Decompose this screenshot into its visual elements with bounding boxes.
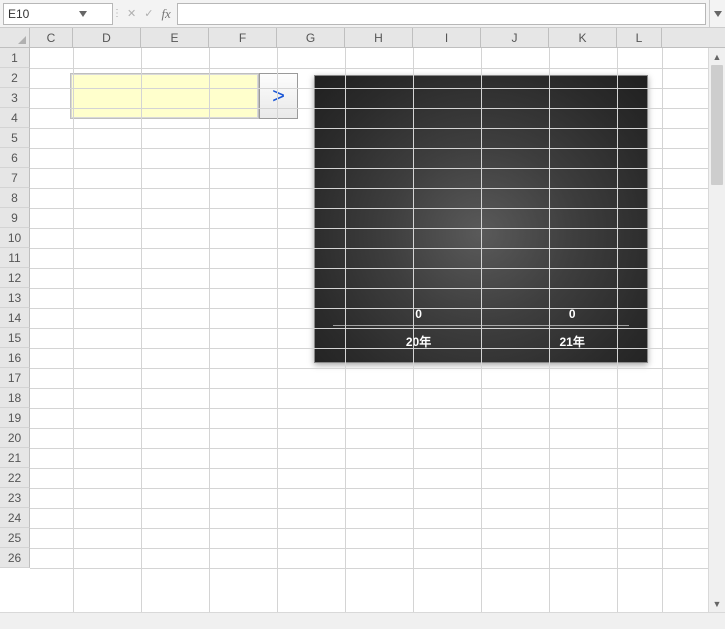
row-header[interactable]: 24 — [0, 508, 30, 528]
cells-area[interactable]: > 0 0 20年 21年 — [30, 48, 708, 612]
enter-icon[interactable]: ✓ — [144, 7, 153, 20]
gridline-horizontal — [30, 268, 708, 269]
scroll-thumb[interactable] — [711, 65, 723, 185]
row-header[interactable]: 16 — [0, 348, 30, 368]
chart-value-label: 0 — [415, 307, 422, 321]
gridline-horizontal — [30, 568, 708, 569]
row-header[interactable]: 11 — [0, 248, 30, 268]
gridline-horizontal — [30, 328, 708, 329]
chart-value-label: 0 — [569, 307, 576, 321]
input-merged-cell[interactable] — [70, 73, 259, 119]
row-header[interactable]: 17 — [0, 368, 30, 388]
horizontal-scrollbar[interactable] — [0, 612, 725, 629]
row-header[interactable]: 19 — [0, 408, 30, 428]
formula-bar-buttons: ✕ ✓ fx — [121, 0, 177, 27]
row-header[interactable]: 13 — [0, 288, 30, 308]
fx-icon[interactable]: fx — [161, 6, 170, 22]
gridline-horizontal — [30, 368, 708, 369]
gridline-horizontal — [30, 528, 708, 529]
name-box[interactable]: E10 — [3, 3, 113, 25]
row-header-column: 1234567891011121314151617181920212223242… — [0, 48, 30, 568]
gridline-horizontal — [30, 128, 708, 129]
scroll-up-icon[interactable]: ▲ — [709, 48, 725, 65]
separator: ⋮ — [113, 0, 121, 27]
gridline-horizontal — [30, 508, 708, 509]
row-header[interactable]: 23 — [0, 488, 30, 508]
gridline-horizontal — [30, 488, 708, 489]
row-header[interactable]: 8 — [0, 188, 30, 208]
gridline-horizontal — [30, 348, 708, 349]
gridline-horizontal — [30, 148, 708, 149]
column-header[interactable]: I — [413, 28, 481, 47]
gridline-horizontal — [30, 208, 708, 209]
grid-area[interactable]: 1234567891011121314151617181920212223242… — [0, 48, 708, 612]
row-header[interactable]: 26 — [0, 548, 30, 568]
column-header[interactable]: C — [30, 28, 73, 47]
gridline-horizontal — [30, 88, 708, 89]
gridline-horizontal — [30, 448, 708, 449]
row-header[interactable]: 7 — [0, 168, 30, 188]
next-button[interactable]: > — [259, 73, 298, 119]
column-header[interactable]: L — [617, 28, 662, 47]
row-header[interactable]: 20 — [0, 428, 30, 448]
formula-bar-expand-icon[interactable] — [709, 0, 725, 27]
gridline-horizontal — [30, 308, 708, 309]
column-header-row: CDEFGHIJKL — [0, 28, 725, 48]
select-all-triangle[interactable] — [0, 28, 30, 47]
row-header[interactable]: 2 — [0, 68, 30, 88]
gridline-horizontal — [30, 548, 708, 549]
gridline-horizontal — [30, 68, 708, 69]
column-header[interactable]: G — [277, 28, 345, 47]
chevron-right-icon: > — [272, 83, 285, 109]
column-header[interactable]: H — [345, 28, 413, 47]
gridline-horizontal — [30, 408, 708, 409]
vertical-scrollbar[interactable]: ▲ ▼ — [708, 48, 725, 612]
row-header[interactable]: 25 — [0, 528, 30, 548]
gridline-horizontal — [30, 388, 708, 389]
gridline-horizontal — [30, 288, 708, 289]
gridline-horizontal — [30, 468, 708, 469]
gridline-horizontal — [30, 108, 708, 109]
row-header[interactable]: 6 — [0, 148, 30, 168]
formula-input[interactable] — [177, 3, 706, 25]
row-header[interactable]: 15 — [0, 328, 30, 348]
row-header[interactable]: 3 — [0, 88, 30, 108]
formula-bar: E10 ⋮ ✕ ✓ fx — [0, 0, 725, 28]
column-header[interactable]: F — [209, 28, 277, 47]
gridline-horizontal — [30, 168, 708, 169]
gridline-horizontal — [30, 188, 708, 189]
cancel-icon[interactable]: ✕ — [127, 7, 136, 20]
row-header[interactable]: 14 — [0, 308, 30, 328]
row-header[interactable]: 5 — [0, 128, 30, 148]
name-box-value: E10 — [8, 7, 58, 21]
column-header[interactable]: K — [549, 28, 617, 47]
name-box-dropdown-icon[interactable] — [58, 4, 108, 24]
row-header[interactable]: 22 — [0, 468, 30, 488]
row-header[interactable]: 21 — [0, 448, 30, 468]
column-header[interactable]: E — [141, 28, 209, 47]
column-header[interactable]: D — [73, 28, 141, 47]
gridline-horizontal — [30, 428, 708, 429]
scroll-down-icon[interactable]: ▼ — [709, 595, 725, 612]
row-header[interactable]: 18 — [0, 388, 30, 408]
row-header[interactable]: 10 — [0, 228, 30, 248]
row-header[interactable]: 4 — [0, 108, 30, 128]
gridline-horizontal — [30, 228, 708, 229]
row-header[interactable]: 9 — [0, 208, 30, 228]
gridline-horizontal — [30, 248, 708, 249]
row-header[interactable]: 1 — [0, 48, 30, 68]
column-header[interactable]: J — [481, 28, 549, 47]
row-header[interactable]: 12 — [0, 268, 30, 288]
